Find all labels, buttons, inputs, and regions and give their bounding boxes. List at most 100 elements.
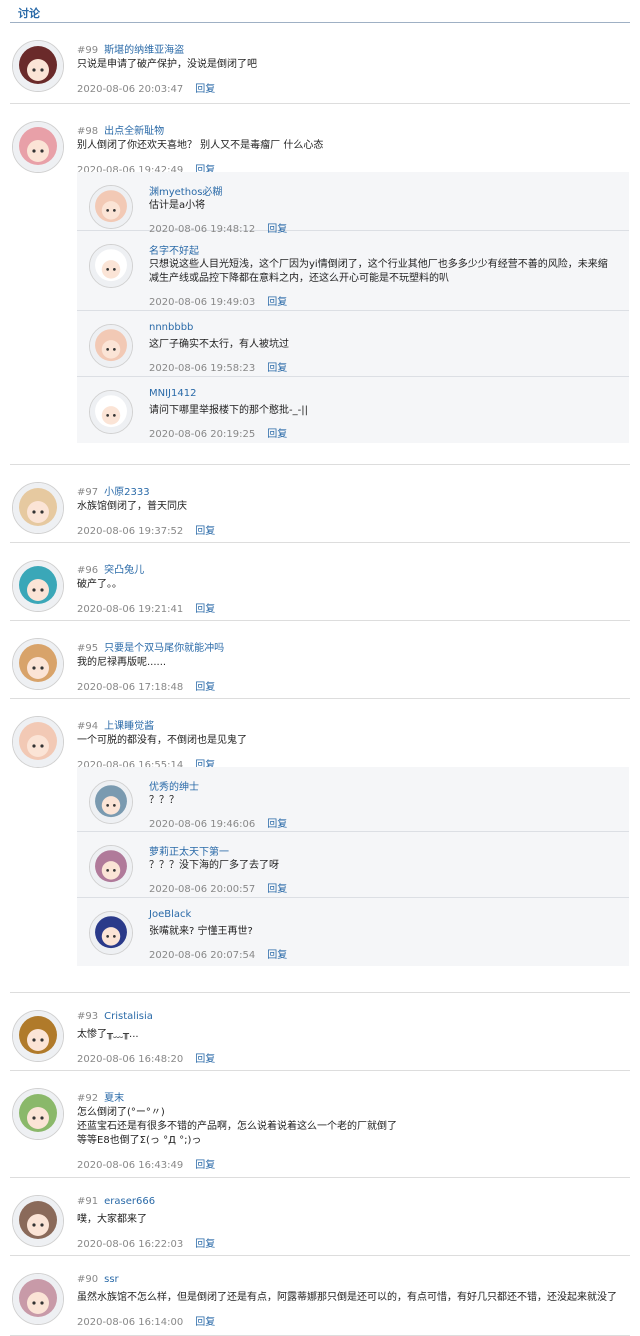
username-link[interactable]: 突凸兔儿	[104, 565, 144, 576]
floor-number: #92	[77, 1093, 99, 1104]
username-link[interactable]: eraser666	[104, 1196, 155, 1207]
comment-text-line: 别人倒闭了你还欢天喜地？ 别人又不是毒瘤厂 什么心态	[77, 140, 324, 151]
avatar[interactable]	[12, 482, 64, 534]
comment-header: #98 出点全新耻物	[77, 122, 164, 137]
comment-meta: 2020-08-06 16:43:49 回复	[77, 1156, 215, 1171]
username-link[interactable]: 夏末	[104, 1093, 124, 1104]
comment-text: 一个可脱的都没有，不倒闭也是见鬼了	[77, 734, 247, 748]
avatar-image	[13, 41, 63, 91]
reply-username-link[interactable]: MNIJ1412	[149, 388, 196, 399]
comment-header: #95 只要是个双马尾你就能冲吗	[77, 639, 224, 654]
avatar[interactable]	[89, 390, 133, 434]
avatar[interactable]	[12, 638, 64, 690]
floor-number: #98	[77, 126, 99, 137]
reply-meta: 2020-08-06 19:46:06 回复	[149, 815, 287, 830]
avatar[interactable]	[12, 121, 64, 173]
timestamp: 2020-08-06 16:48:20	[77, 1054, 184, 1065]
timestamp: 2020-08-06 19:37:52	[77, 526, 184, 537]
username-link[interactable]: 斯堪的纳维亚海盗	[104, 45, 184, 56]
avatar-image	[13, 561, 63, 611]
reply-button[interactable]: 回复	[267, 429, 287, 440]
comment-item: #99 斯堪的纳维亚海盗 只说是申请了破产保护，没说是倒闭了吧 2020-08-06 …	[10, 23, 630, 104]
username-link[interactable]: 只要是个双马尾你就能冲吗	[104, 643, 224, 654]
reply-button[interactable]: 回复	[195, 84, 215, 95]
reply-text: 估计是a小将	[149, 199, 205, 213]
username-link[interactable]: ssr	[104, 1274, 119, 1285]
avatar[interactable]	[89, 780, 133, 824]
comment-meta: 2020-08-06 19:37:52 回复	[77, 522, 215, 537]
reply-meta: 2020-08-06 20:00:57 回复	[149, 880, 287, 895]
avatar[interactable]	[12, 560, 64, 612]
reply-username-link[interactable]: 名字不好起	[149, 242, 199, 257]
comment-item: #98 出点全新耻物别人倒闭了你还欢天喜地？ 别人又不是毒瘤厂 什么心态 2020-…	[10, 104, 630, 465]
comment-header: #93 Cristalisia	[77, 1011, 153, 1022]
reply-username-link[interactable]: JoeBlack	[149, 909, 191, 920]
comment-text-line: 水族馆倒闭了，普天同庆	[77, 501, 187, 512]
comment-item: #97 小原2333 水族馆倒闭了，普天同庆 2020-08-06 19:37:52 回…	[10, 465, 630, 543]
username-link[interactable]: Cristalisia	[104, 1011, 153, 1022]
comment-list: #99 斯堪的纳维亚海盗 只说是申请了破产保护，没说是倒闭了吧 2020-08-06 …	[10, 23, 630, 1336]
reply-item: JoeBlack 张嘴就来? 宁懂王再世? 2020-08-06 20:07:54 回…	[77, 898, 629, 966]
timestamp: 2020-08-06 20:19:25	[149, 429, 256, 440]
avatar-image	[90, 846, 132, 888]
avatar[interactable]	[89, 185, 133, 229]
timestamp: 2020-08-06 19:46:06	[149, 819, 256, 830]
floor-number: #93	[77, 1011, 99, 1022]
username-link[interactable]: 上课睡觉酱	[104, 721, 154, 732]
reply-button[interactable]: 回复	[195, 1317, 215, 1328]
reply-button[interactable]: 回复	[267, 884, 287, 895]
username-link[interactable]: 出点全新耻物	[104, 126, 164, 137]
username-link[interactable]: 小原2333	[104, 487, 149, 498]
reply-item: 名字不好起 只想说这些人目光短浅，这个厂因为yi情倒闭了，这个行业其他厂也多多少少…	[77, 231, 629, 311]
reply-meta: 2020-08-06 20:07:54 回复	[149, 946, 287, 961]
avatar-image	[90, 781, 132, 823]
reply-username-link[interactable]: 萝莉正太天下第一	[149, 843, 229, 858]
comment-meta: 2020-08-06 20:03:47 回复	[77, 80, 215, 95]
reply-text-line: 估计是a小将	[149, 200, 206, 211]
timestamp: 2020-08-06 16:14:00	[77, 1317, 184, 1328]
avatar-image	[90, 391, 132, 433]
reply-button[interactable]: 回复	[195, 526, 215, 537]
reply-list: 优秀的绅士？？？ 2020-08-06 19:46:06 回复 萝莉正太天下第一？？？…	[77, 767, 629, 966]
avatar[interactable]	[12, 1088, 64, 1140]
reply-text-line: 减生产线或品控下降都在意料之内，还这么开心可能是不玩塑料的叭	[149, 273, 449, 284]
reply-button[interactable]: 回复	[267, 363, 287, 374]
avatar-image	[90, 912, 132, 954]
avatar-image	[13, 1196, 63, 1246]
avatar[interactable]	[12, 1195, 64, 1247]
reply-text: 张嘴就来? 宁懂王再世?	[149, 925, 253, 939]
reply-text: ？？？没下海的厂多了去了呀	[149, 859, 279, 873]
avatar[interactable]	[12, 716, 64, 768]
reply-username-link[interactable]: 优秀的绅士	[149, 778, 199, 793]
reply-button[interactable]: 回复	[195, 1160, 215, 1171]
comment-text-line: 怎么倒闭了(°ー°〃)	[77, 1107, 165, 1118]
comment-text: 噗，大家都来了	[77, 1213, 147, 1227]
comment-header: #91 eraser666	[77, 1196, 155, 1207]
reply-item: nnnbbbb 这厂子确实不太行，有人被坑过 2020-08-06 19:58:23…	[77, 311, 629, 377]
reply-text: 这厂子确实不太行，有人被坑过	[149, 338, 289, 352]
avatar[interactable]	[12, 40, 64, 92]
avatar[interactable]	[89, 324, 133, 368]
avatar[interactable]	[89, 845, 133, 889]
avatar-image	[13, 122, 63, 172]
reply-button[interactable]: 回复	[267, 819, 287, 830]
reply-button[interactable]: 回复	[195, 604, 215, 615]
timestamp: 2020-08-06 20:07:54	[149, 950, 256, 961]
reply-username-link[interactable]: nnnbbbb	[149, 322, 193, 333]
avatar-image	[13, 717, 63, 767]
reply-button[interactable]: 回复	[267, 297, 287, 308]
reply-button[interactable]: 回复	[195, 1054, 215, 1065]
reply-meta: 2020-08-06 20:19:25 回复	[149, 425, 287, 440]
avatar[interactable]	[89, 911, 133, 955]
reply-username-link[interactable]: 渊myethos必糊	[149, 183, 222, 198]
avatar[interactable]	[12, 1273, 64, 1325]
comment-item: #96 突凸兔儿 破产了。。 2020-08-06 19:21:41 回复	[10, 543, 630, 621]
comment-meta: 2020-08-06 17:18:48 回复	[77, 678, 215, 693]
reply-button[interactable]: 回复	[267, 950, 287, 961]
avatar[interactable]	[12, 1010, 64, 1062]
timestamp: 2020-08-06 20:00:57	[149, 884, 256, 895]
avatar[interactable]	[89, 244, 133, 288]
reply-button[interactable]: 回复	[195, 1239, 215, 1250]
avatar-image	[13, 1089, 63, 1139]
reply-button[interactable]: 回复	[195, 682, 215, 693]
